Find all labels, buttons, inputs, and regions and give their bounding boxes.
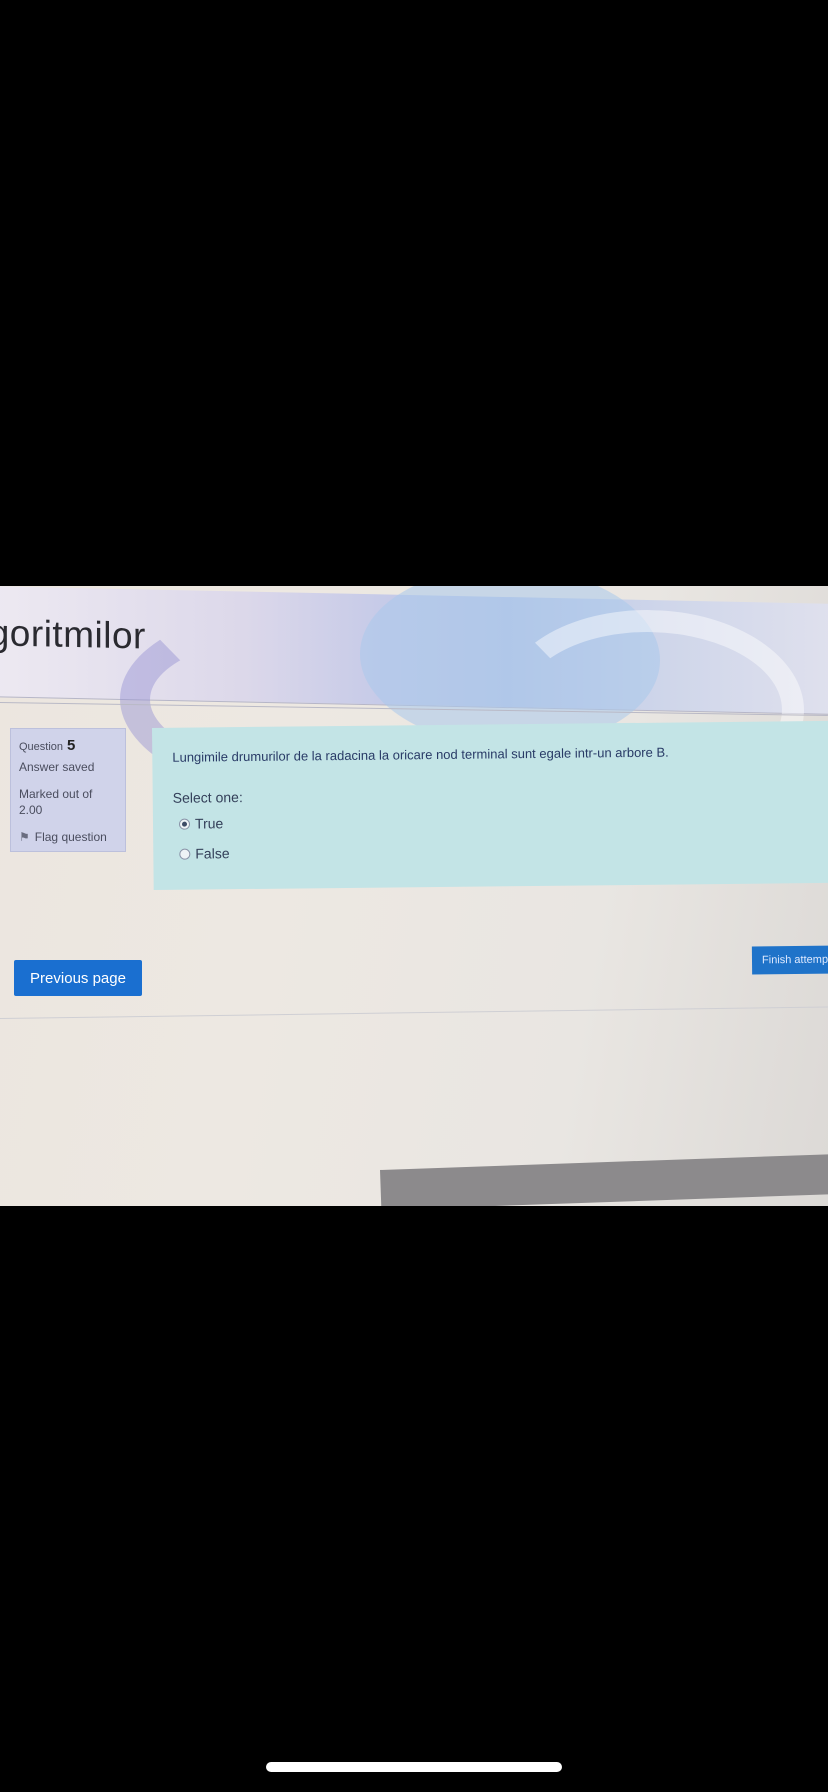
question-label: Question [19, 741, 64, 753]
photographed-screen: lgoritmilor Question 5 Answer saved Mark… [0, 586, 828, 1206]
flag-icon: ⚑ [19, 830, 30, 844]
option-false[interactable]: False [179, 845, 230, 862]
radio-true[interactable] [178, 818, 191, 830]
answer-prompt: Select one: [172, 789, 243, 806]
marked-value: 2.00 [19, 803, 43, 817]
answer-state: Answer saved [19, 760, 95, 774]
finish-attempt-button[interactable]: Finish attemp [751, 945, 828, 975]
question-content: Lungimile drumurilor de la radacina la o… [152, 720, 828, 890]
flag-question-link[interactable]: ⚑ Flag question [19, 830, 117, 844]
course-banner: lgoritmilor [0, 586, 828, 808]
question-info-panel: Question 5 Answer saved Marked out of 2.… [10, 728, 126, 852]
grade-info: Marked out of 2.00 [19, 786, 117, 818]
flag-label: Flag question [34, 830, 107, 844]
radio-false[interactable] [179, 848, 191, 860]
option-true[interactable]: True [178, 815, 224, 832]
home-indicator[interactable] [266, 1762, 562, 1772]
question-text: Lungimile drumurilor de la radacina la o… [172, 744, 669, 765]
monitor-bezel [380, 1151, 828, 1206]
divider [0, 1006, 828, 1019]
marked-label: Marked out of [19, 787, 93, 801]
previous-page-button[interactable]: Previous page [14, 960, 142, 996]
question-number-line: Question 5 [19, 737, 117, 754]
option-false-label: False [195, 845, 230, 862]
course-title: lgoritmilor [0, 612, 146, 657]
option-true-label: True [194, 815, 224, 832]
question-number: 5 [67, 737, 76, 754]
